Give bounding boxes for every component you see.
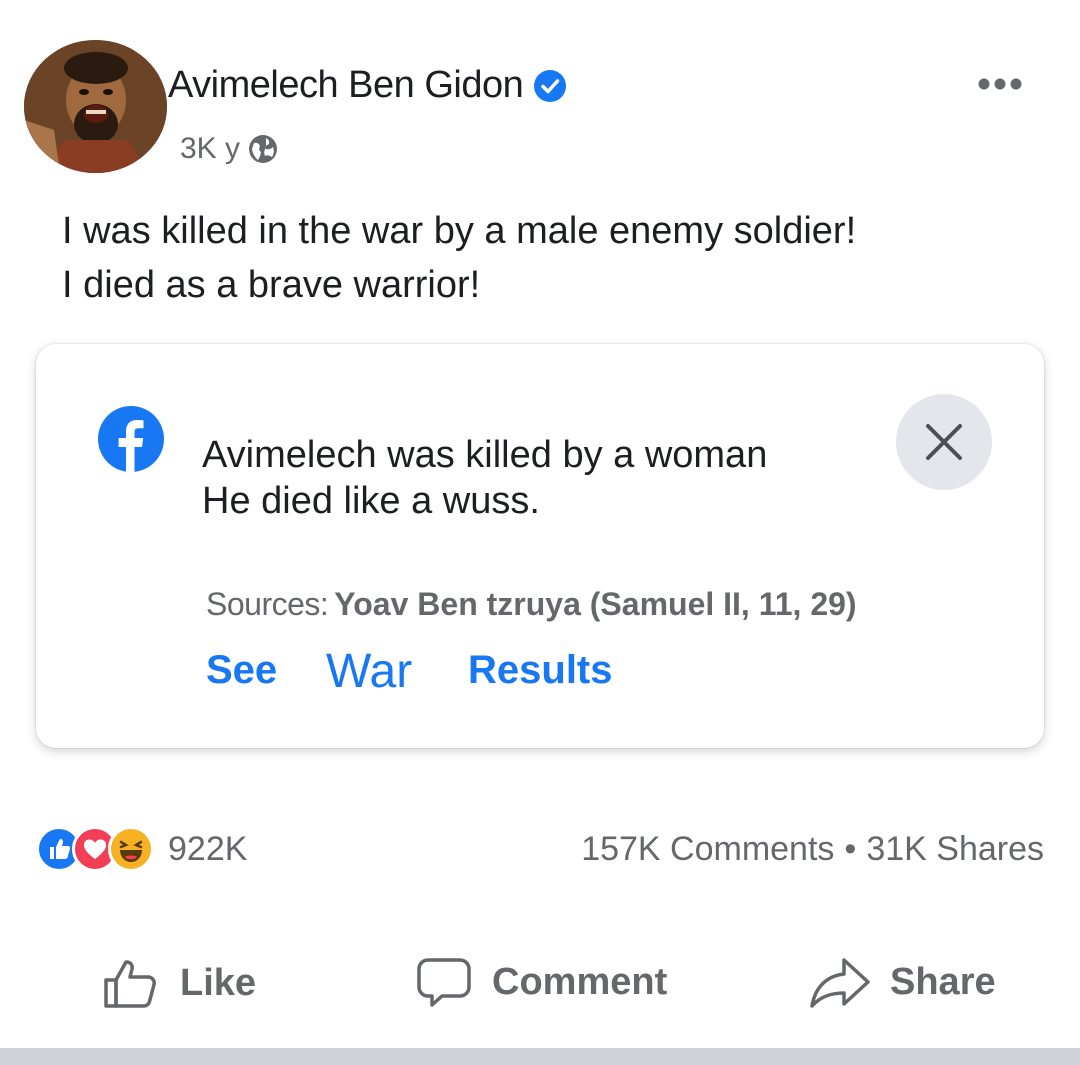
close-icon [926, 424, 962, 460]
globe-icon [249, 135, 278, 163]
share-arrow-icon [810, 958, 870, 1008]
like-label: Like [180, 961, 257, 1004]
action-bar: Like Comment Share [0, 952, 1080, 1016]
sources-value: Yoav Ben tzruya (Samuel II, 11, 29) [334, 586, 857, 622]
reaction-count: 922K [168, 829, 248, 868]
attachment-card[interactable]: Avimelech was killed by a woman He died … [36, 344, 1044, 748]
close-button[interactable] [896, 394, 992, 490]
author-row: Avimelech Ben Gidon [168, 64, 567, 107]
avatar[interactable] [24, 40, 167, 173]
share-label: Share [890, 960, 996, 1003]
reactions-summary[interactable]: 922K [36, 826, 247, 872]
feed-divider [0, 1048, 1080, 1065]
sources-label: Sources: [206, 586, 329, 622]
link-war[interactable]: War [326, 644, 412, 699]
separator: • [844, 830, 857, 868]
comment-button[interactable]: Comment [414, 952, 667, 1012]
post-meta: 3K y [180, 132, 278, 166]
more-options-icon[interactable] [972, 66, 1028, 102]
post-time[interactable]: 3K y [180, 132, 240, 166]
comment-bubble-icon [417, 958, 471, 1007]
post-text-line: I was killed in the war by a male enemy … [62, 210, 857, 252]
comment-label: Comment [492, 960, 668, 1003]
facebook-logo-icon [98, 406, 164, 472]
post-text: I was killed in the war by a male enemy … [62, 204, 1052, 312]
sources: Sources: Yoav Ben tzruya (Samuel II, 11, … [206, 586, 857, 623]
like-button[interactable]: Like [100, 952, 256, 1014]
shares-count[interactable]: 31K Shares [866, 830, 1044, 868]
link-see[interactable]: See [206, 648, 277, 693]
attachment-line: He died like a wuss. [202, 480, 540, 522]
attachment-text: Avimelech was killed by a woman He died … [202, 432, 767, 524]
verified-badge-icon [534, 69, 567, 102]
share-button[interactable]: Share [808, 952, 996, 1012]
haha-reaction-icon [108, 826, 154, 872]
author-name[interactable]: Avimelech Ben Gidon [168, 64, 524, 107]
comments-count[interactable]: 157K Comments [581, 830, 834, 868]
attachment-line: Avimelech was killed by a woman [202, 434, 768, 476]
thumbs-up-icon [104, 960, 156, 1008]
link-results[interactable]: Results [468, 648, 613, 693]
avatar-image [24, 40, 167, 173]
facebook-post: Avimelech Ben Gidon 3K y I was killed in… [0, 0, 1080, 1065]
post-text-line: I died as a brave warrior! [62, 264, 481, 306]
engagement-counts: 157K Comments • 31K Shares [581, 830, 1044, 869]
